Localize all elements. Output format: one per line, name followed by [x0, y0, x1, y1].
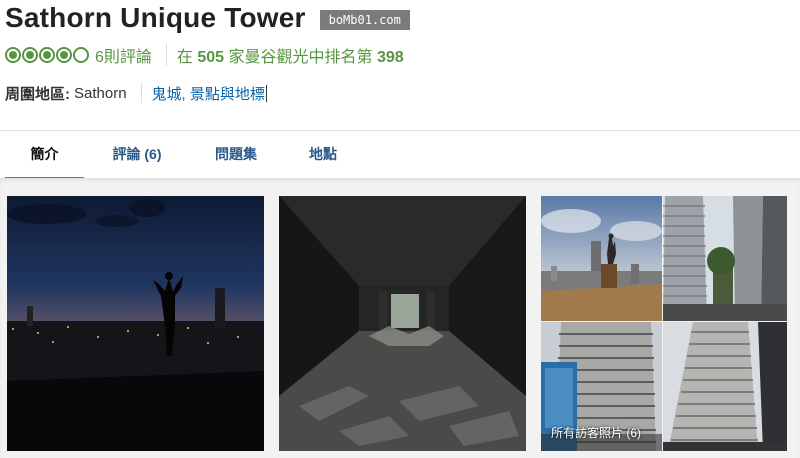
photo-dusk-image: [7, 196, 264, 451]
photo-tower-street[interactable]: [663, 196, 787, 321]
photo-tower-upward-image: [663, 322, 787, 451]
text-cursor: [265, 84, 267, 102]
divider: [165, 44, 167, 66]
page-title: Sathorn Unique Tower: [5, 2, 306, 33]
tab-bar: 簡介 評論 (6) 問題集 地點: [0, 130, 800, 180]
watermark-badge: boMb01.com: [319, 10, 410, 30]
photo-tower-street-image: [663, 196, 787, 321]
tab-overview[interactable]: 簡介: [5, 131, 84, 180]
ranking-text[interactable]: 在 505 家曼谷觀光中排名第 398: [177, 43, 404, 67]
all-photos-label[interactable]: 所有訪客照片 (6): [551, 424, 641, 441]
rating-bubble-icon: [39, 47, 55, 63]
rating-bubble-icon: [56, 47, 72, 63]
rating-bubble-icon: [5, 47, 21, 63]
divider: [140, 83, 142, 103]
rank-position: 398: [377, 49, 404, 66]
area-label: 周圍地區:: [5, 85, 70, 103]
rating-row: 6則評論 在 505 家曼谷觀光中排名第 398: [5, 43, 404, 67]
photo-round-tower[interactable]: 所有訪客照片 (6): [541, 322, 662, 451]
photo-tower-upward[interactable]: [663, 322, 787, 451]
rank-prefix: 在: [176, 49, 193, 66]
location-row: 周圍地區: Sathorn 鬼城, 景點與地標: [5, 82, 267, 104]
rating-bubbles[interactable]: [5, 47, 89, 63]
tab-location[interactable]: 地點: [296, 131, 350, 177]
rating-bubble-icon: [22, 47, 38, 63]
tab-reviews[interactable]: 評論 (6): [100, 131, 174, 177]
rank-total: 505: [197, 49, 225, 66]
photo-dusk-silhouette[interactable]: [7, 196, 264, 451]
photo-rooftop[interactable]: [541, 196, 662, 321]
rank-middle: 家曼谷觀光中排名第: [228, 49, 373, 66]
area-value: Sathorn: [74, 84, 127, 102]
photo-interior[interactable]: [279, 196, 526, 451]
attraction-header: Sathorn Unique Tower boMb01.com 6則評論 在 5…: [0, 0, 800, 130]
tab-questions[interactable]: 問題集: [200, 131, 272, 177]
photo-interior-image: [279, 196, 526, 451]
review-count-link[interactable]: 6則評論: [95, 43, 152, 67]
rating-bubble-empty-icon: [73, 47, 89, 63]
title-row: Sathorn Unique Tower boMb01.com: [5, 0, 410, 36]
photo-rooftop-image: [541, 196, 662, 321]
category-links[interactable]: 鬼城, 景點與地標: [152, 83, 265, 104]
